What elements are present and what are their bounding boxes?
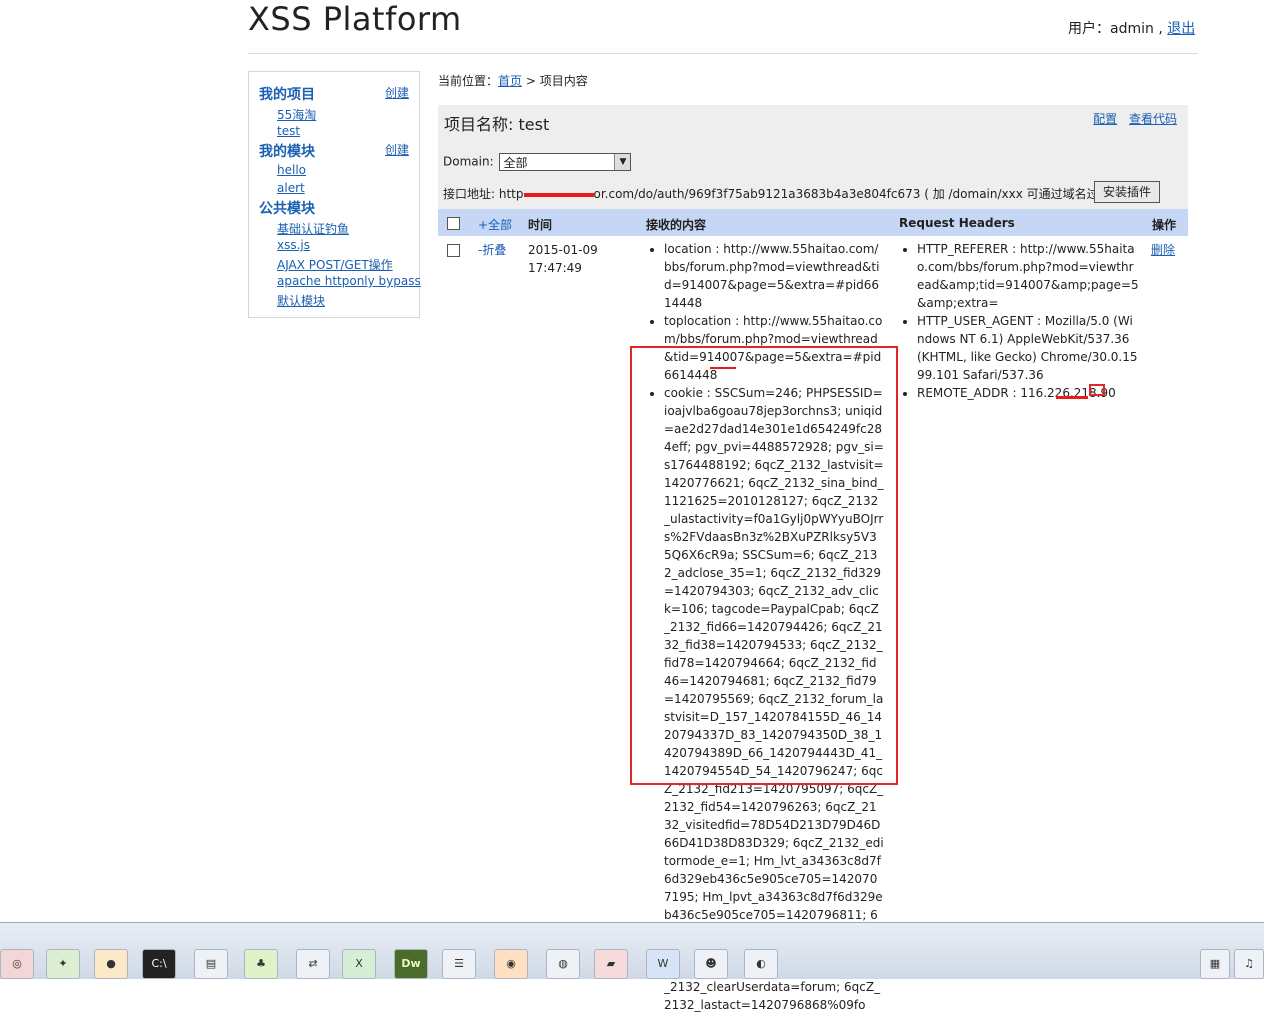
tray-icon[interactable]: ▦ [1200,949,1230,979]
app-icon[interactable]: ▰ [594,949,628,979]
disc-icon: ◍ [558,957,568,970]
network-icon: ⇄ [308,957,318,970]
app-icon[interactable]: ☻ [694,949,728,979]
excel-icon[interactable]: X [342,949,376,979]
app-icon[interactable]: ▤ [194,949,228,979]
row-time: 17:47:49 [528,261,582,275]
media-icon: ◐ [756,957,766,970]
row-date: 2015-01-09 [528,243,598,257]
redaction-mark [1056,396,1088,399]
site-title: XSS Platform [248,0,462,38]
delete-link[interactable]: 删除 [1151,241,1175,259]
user-label: 用户： [1068,21,1110,37]
col-time: 时间 [528,218,553,232]
swirl-icon: ◎ [12,957,22,970]
create-project-link[interactable]: 创建 [385,84,409,101]
project-panel: 项目名称: test 配置 查看代码 Domain: 全部 ▼ 接口地址: ht… [438,105,1188,209]
app-icon[interactable]: ◍ [546,949,580,979]
project-links: 配置 查看代码 [1085,110,1177,127]
sidebar-item-project[interactable]: test [277,124,300,138]
header-item: REMOTE_ADDR : 116.226.218.90 [917,384,1139,402]
chrome-icon[interactable]: ● [94,949,128,979]
breadcrumb: 当前位置：首页 > 项目内容 [438,72,588,89]
received-content: location : http://www.55haitao.com/bbs/f… [650,240,884,1014]
breadcrumb-label: 当前位置： [438,74,499,88]
col-headers: Request Headers [899,216,1015,230]
tray-icon[interactable]: ♫ [1234,949,1264,979]
col-action: 操作 [1152,218,1177,232]
app-icon[interactable]: ✦ [46,949,80,979]
content-item: toplocation : http://www.55haitao.com/bb… [664,312,884,384]
config-link[interactable]: 配置 [1093,112,1117,126]
app-icon[interactable]: ◐ [744,949,778,979]
breadcrumb-current: 项目内容 [539,74,588,88]
content-item: cookie : SSCSum=246; PHPSESSID=ioajvlba6… [664,384,884,1014]
view-code-link[interactable]: 查看代码 [1129,112,1177,126]
app-icon[interactable]: ⇄ [296,949,330,979]
app-icon[interactable]: ☰ [442,949,476,979]
expand-all-link[interactable]: +全部 [478,216,512,233]
request-headers: HTTP_REFERER : http://www.55haitao.com/b… [903,240,1139,402]
app-icon[interactable]: ♣ [244,949,278,979]
sidebar-item-module[interactable]: hello [277,163,306,177]
taskbar: ◎ ✦ ● C:\ ▤ ♣ ⇄ X Dw ☰ ◉ ◍ ▰ W ☻ ◐ ▦ ♫ [0,922,1264,979]
breadcrumb-home-link[interactable]: 首页 [498,74,522,88]
header-divider [248,53,1198,54]
row-checkbox[interactable] [447,244,460,257]
game-icon: ♣ [256,957,266,970]
project-title: 项目名称: test [444,111,549,135]
select-all-checkbox[interactable] [447,217,460,230]
sidebar-my-modules[interactable]: 我的模块 [259,141,315,161]
sidebar-item-module[interactable]: alert [277,181,305,195]
api-label: 接口地址: http [443,187,524,201]
col-content: 接收的内容 [646,218,707,232]
api-address: 接口地址: http or.com/do/auth/969f3f75ab9121a… [443,185,1139,202]
collapse-link[interactable]: -折叠 [478,241,506,259]
dreamweaver-icon[interactable]: Dw [394,949,428,979]
bell-icon: ♫ [1244,957,1254,970]
domain-select[interactable]: 全部 ▼ [499,153,632,171]
list-icon: ☰ [454,957,464,970]
user-separator: , [1158,21,1163,37]
firefox-icon[interactable]: ◉ [494,949,528,979]
header-item: HTTP_USER_AGENT : Mozilla/5.0 (Windows N… [917,312,1139,384]
project-name-label: 项目名称: [444,115,519,134]
sidebar-item-public[interactable]: 基础认证钓鱼 [277,220,349,237]
sidebar-item-public[interactable]: 默认模块 [277,292,325,309]
content-item: location : http://www.55haitao.com/bbs/f… [664,240,884,312]
api-url-tail: or.com/do/auth/969f3f75ab9121a3683b4a3e8… [593,187,1140,201]
username: admin [1110,21,1154,37]
domain-filter: Domain: 全部 ▼ [443,153,632,171]
sidebar-item-public[interactable]: apache httponly bypass [277,274,421,288]
install-plugin-button[interactable]: 安装插件 [1094,181,1160,203]
underline-mark [710,367,736,369]
highlight-box [1089,384,1105,396]
table-header: +全部 时间 接收的内容 Request Headers 操作 [438,209,1188,236]
header-item: HTTP_REFERER : http://www.55haitao.com/b… [917,240,1139,312]
sidebar-public-modules: 公共模块 [259,201,315,217]
breadcrumb-separator: > [522,74,540,88]
terminal-icon[interactable]: C:\ [142,949,176,979]
sidebar-item-public[interactable]: xss.js [277,238,310,252]
sidebar: 我的项目 创建 55海淘 test 我的模块 创建 hello alert 公共… [248,71,421,318]
user-info: 用户：admin , 退出 [1068,18,1195,38]
project-name: test [518,115,550,134]
domain-selected-value: 全部 [503,156,528,170]
create-module-link[interactable]: 创建 [385,141,409,158]
leaf-icon: ✦ [58,957,68,970]
alien-icon: ☻ [705,957,717,970]
dropdown-arrow-icon[interactable]: ▼ [614,154,631,170]
app-icon[interactable]: ◎ [0,949,34,979]
redaction-mark [523,192,594,197]
grid-icon: ▦ [1209,957,1221,970]
sidebar-item-project[interactable]: 55海淘 [277,106,316,123]
sidebar-my-projects[interactable]: 我的项目 [259,84,315,104]
word-icon[interactable]: W [646,949,680,979]
domain-label: Domain: [443,154,494,169]
book-icon: ▰ [606,957,616,970]
notepad-icon: ▤ [205,957,217,970]
row-datetime: 2015-01-09 17:47:49 [528,241,598,277]
sidebar-item-public[interactable]: AJAX POST/GET操作 [277,256,393,273]
logout-link[interactable]: 退出 [1167,21,1195,37]
